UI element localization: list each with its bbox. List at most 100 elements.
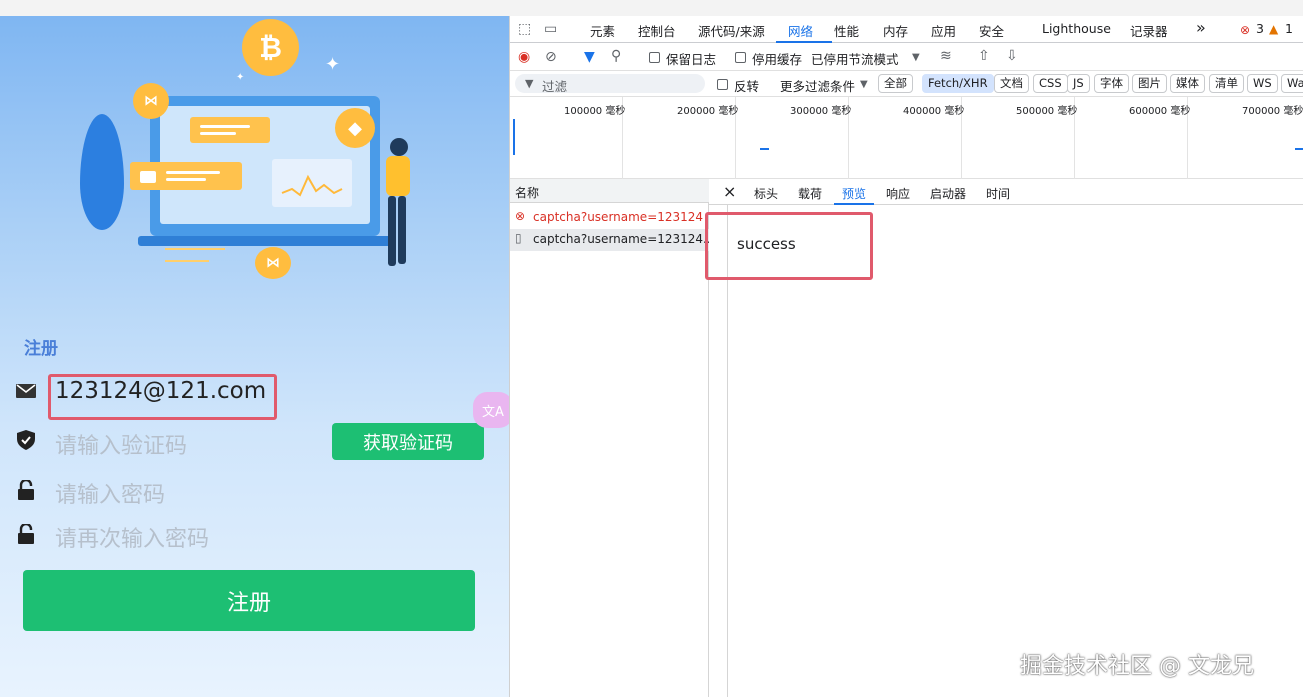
document-icon: ▯ bbox=[515, 231, 522, 245]
device-toolbar-icon[interactable]: ▭ bbox=[544, 22, 557, 36]
plant-illustration bbox=[80, 114, 124, 230]
filter-type-media[interactable]: 媒体 bbox=[1170, 74, 1205, 93]
tab-network[interactable]: 网络 bbox=[788, 21, 813, 40]
register-button[interactable]: 注册 bbox=[23, 570, 475, 631]
filter-type-js[interactable]: JS bbox=[1067, 74, 1090, 93]
disable-cache-label: 停用缓存 bbox=[752, 52, 803, 67]
network-toolbar: ◉ ⊘ ▼ ⚲ 保留日志 停用缓存 已停用节流模式 ▼ ≋ ⇧ ⇩ bbox=[510, 43, 1303, 71]
network-coin-icon: ⋈ bbox=[255, 247, 291, 279]
sparkle-icon: ✦ bbox=[325, 54, 341, 75]
detail-tab-bar: × 标头 载荷 预览 响应 启动器 时间 bbox=[709, 179, 1303, 205]
get-code-button[interactable]: 获取验证码 bbox=[332, 423, 484, 460]
network-conditions-icon[interactable]: ≋ bbox=[940, 49, 952, 63]
chevron-down-icon[interactable]: ▼ bbox=[912, 51, 920, 65]
tab-memory[interactable]: 内存 bbox=[883, 21, 908, 40]
chart-card-illustration bbox=[272, 159, 352, 207]
filter-type-all[interactable]: 全部 bbox=[878, 74, 913, 93]
bookmarks-bar bbox=[0, 0, 1303, 16]
preserve-log-checkbox[interactable] bbox=[649, 52, 660, 63]
confirm-password-input[interactable]: 请再次输入密码 bbox=[55, 521, 209, 553]
devtools-panel: ⬚ ▭ 元素 控制台 源代码/来源 网络 性能 内存 应用 安全 Lightho… bbox=[509, 16, 1303, 697]
bitcoin-icon: ₿ bbox=[242, 19, 299, 76]
network-timeline[interactable]: 100000 毫秒 200000 毫秒 300000 毫秒 400000 毫秒 … bbox=[510, 97, 1303, 179]
more-tabs-icon[interactable]: » bbox=[1196, 18, 1206, 37]
name-column-header[interactable]: 名称 bbox=[515, 184, 539, 201]
warning-count[interactable]: 1 bbox=[1285, 21, 1293, 36]
timeline-tick-label: 600000 毫秒 bbox=[1129, 106, 1191, 117]
tab-performance[interactable]: 性能 bbox=[834, 21, 859, 40]
invert-label: 反转 bbox=[734, 79, 760, 94]
filter-input[interactable]: ▼ 过滤 bbox=[515, 74, 705, 94]
network-coin-icon: ⋈ bbox=[133, 83, 169, 119]
registration-page: ₿ ◆ ⋈ ⋈ ✦ ✦ 注册 123124@121.com 请输入验证码 获取验… bbox=[0, 16, 509, 697]
download-icon[interactable]: ⇩ bbox=[1006, 49, 1018, 63]
sparkle-icon: ✦ bbox=[236, 72, 245, 83]
code-input[interactable]: 请输入验证码 bbox=[55, 428, 187, 460]
tab-timing[interactable]: 时间 bbox=[986, 185, 1010, 202]
close-icon[interactable]: × bbox=[723, 182, 736, 201]
timeline-tick-label: 500000 毫秒 bbox=[1016, 106, 1078, 117]
timeline-tick-label: 300000 毫秒 bbox=[790, 106, 852, 117]
inspect-element-icon[interactable]: ⬚ bbox=[518, 22, 531, 36]
mail-icon bbox=[15, 380, 37, 402]
timeline-tick-label: 100000 毫秒 bbox=[564, 106, 626, 117]
password-input[interactable]: 请输入密码 bbox=[55, 477, 165, 509]
more-filters-button[interactable]: 更多过滤条件 bbox=[780, 76, 855, 95]
tab-elements[interactable]: 元素 bbox=[590, 21, 615, 40]
preserve-log-label: 保留日志 bbox=[666, 52, 717, 67]
error-icon: ⊗ bbox=[515, 209, 526, 223]
tab-preview[interactable]: 预览 bbox=[842, 185, 866, 202]
tab-security[interactable]: 安全 bbox=[979, 21, 1004, 40]
tab-response[interactable]: 响应 bbox=[886, 185, 910, 202]
filter-type-doc[interactable]: 文档 bbox=[994, 74, 1029, 93]
upload-icon[interactable]: ⇧ bbox=[978, 49, 990, 63]
tab-initiator[interactable]: 启动器 bbox=[930, 185, 966, 202]
tab-application[interactable]: 应用 bbox=[931, 21, 956, 40]
filter-type-manifest[interactable]: 清单 bbox=[1209, 74, 1244, 93]
register-title: 注册 bbox=[24, 339, 58, 359]
disable-cache-checkbox[interactable] bbox=[735, 52, 746, 63]
tab-recorder[interactable]: 记录器 bbox=[1130, 21, 1168, 40]
ui-card-illustration bbox=[190, 117, 270, 143]
tab-lighthouse[interactable]: Lighthouse bbox=[1042, 21, 1111, 36]
translate-icon[interactable]: 文A bbox=[473, 392, 513, 428]
timeline-request-bar bbox=[760, 148, 769, 150]
filter-type-font[interactable]: 字体 bbox=[1094, 74, 1129, 93]
ethereum-icon: ◆ bbox=[335, 108, 375, 148]
filter-icon: ▼ bbox=[525, 77, 534, 90]
warning-icon: ▲ bbox=[1269, 22, 1279, 36]
email-highlight-box bbox=[48, 374, 277, 420]
chevron-down-icon[interactable]: ▼ bbox=[860, 78, 868, 92]
timeline-request-bar bbox=[1295, 148, 1303, 150]
tab-headers[interactable]: 标头 bbox=[754, 185, 778, 202]
lock-icon bbox=[15, 479, 37, 501]
preview-highlight-box bbox=[705, 212, 873, 280]
request-list: 名称 ⊗ captcha?username=123124 ▯ captcha?u… bbox=[510, 179, 709, 697]
filter-type-css[interactable]: CSS bbox=[1033, 74, 1068, 93]
error-count[interactable]: 3 bbox=[1256, 21, 1264, 36]
record-stop-icon[interactable]: ◉ bbox=[518, 50, 530, 64]
filter-type-img[interactable]: 图片 bbox=[1132, 74, 1167, 93]
error-icon: ⊗ bbox=[1240, 23, 1251, 37]
invert-checkbox[interactable] bbox=[717, 79, 728, 90]
request-row[interactable]: ⊗ captcha?username=123124 bbox=[510, 207, 709, 229]
filter-type-fetch-xhr[interactable]: Fetch/XHR bbox=[922, 74, 994, 93]
clear-icon[interactable]: ⊘ bbox=[545, 50, 557, 64]
request-detail: × 标头 载荷 预览 响应 启动器 时间 success bbox=[705, 179, 1303, 697]
filter-type-ws[interactable]: WS bbox=[1247, 74, 1278, 93]
filter-bar: ▼ 过滤 反转 更多过滤条件 ▼ 全部 Fetch/XHR 文档 CSS JS … bbox=[510, 71, 1303, 97]
tab-payload[interactable]: 载荷 bbox=[798, 185, 822, 202]
request-list-header: 名称 bbox=[510, 179, 709, 203]
tab-console[interactable]: 控制台 bbox=[638, 21, 676, 40]
filter-icon[interactable]: ▼ bbox=[584, 50, 595, 64]
tab-sources[interactable]: 源代码/来源 bbox=[698, 21, 765, 40]
request-row[interactable]: ▯ captcha?username=123124... bbox=[510, 229, 709, 251]
timeline-tick-label: 700000 毫秒 bbox=[1242, 106, 1303, 117]
search-icon[interactable]: ⚲ bbox=[611, 49, 621, 63]
filter-type-wasm[interactable]: Wa bbox=[1281, 74, 1303, 93]
timeline-tick-label: 200000 毫秒 bbox=[677, 106, 739, 117]
throttling-select[interactable]: 已停用节流模式 bbox=[811, 49, 899, 68]
timeline-tick-label: 400000 毫秒 bbox=[903, 106, 965, 117]
person-illustration bbox=[378, 138, 422, 278]
timeline-request-bar bbox=[513, 119, 515, 155]
